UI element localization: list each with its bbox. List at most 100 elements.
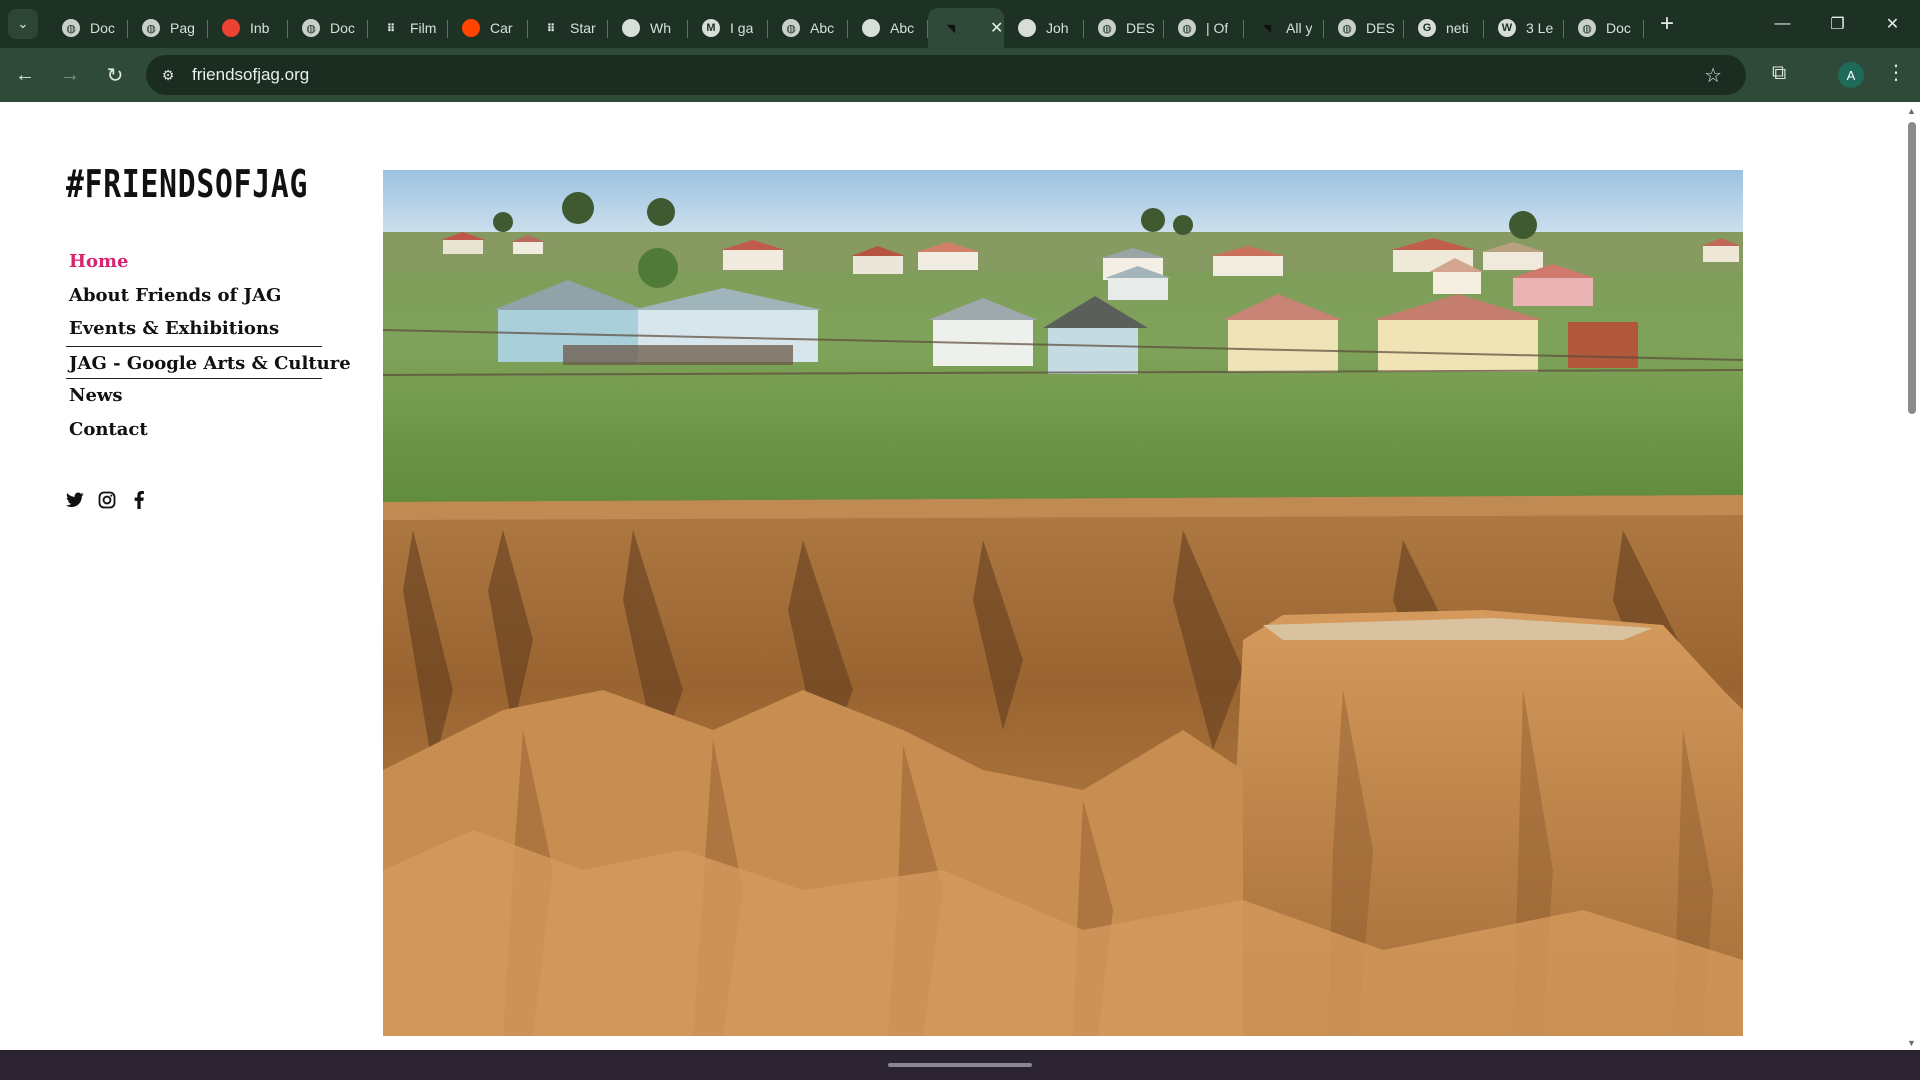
- tab-title: | Of: [1206, 20, 1229, 36]
- browser-tab[interactable]: ◍ Pag: [128, 8, 208, 48]
- browser-tab[interactable]: ◥ All y: [1244, 8, 1324, 48]
- web-page: #FRIENDSOFJAG Home About Friends of JAG Ev…: [0, 102, 1904, 1050]
- medium-icon: M: [702, 19, 720, 37]
- browser-tab[interactable]: Car: [448, 8, 528, 48]
- tab-title: neti: [1446, 20, 1469, 36]
- globe-icon: ◍: [1578, 19, 1596, 37]
- restore-icon: ❐: [1830, 16, 1845, 33]
- reload-icon: ↻: [106, 64, 124, 87]
- browser-tab[interactable]: ◍ Doc: [1564, 8, 1644, 48]
- tab-title: Abc: [890, 20, 915, 36]
- browser-tab[interactable]: ◍ Abc: [768, 8, 848, 48]
- browser-tab[interactable]: Inb: [208, 8, 288, 48]
- reload-button[interactable]: ↻: [95, 55, 135, 95]
- scrollbar-thumb[interactable]: [1908, 122, 1916, 414]
- address-bar[interactable]: ⚙ friendsofjag.org ☆: [146, 55, 1746, 95]
- site-icon: [622, 19, 640, 37]
- scroll-down-arrow-icon[interactable]: ▼: [1907, 1038, 1916, 1048]
- tab-title: DES: [1366, 20, 1395, 36]
- browser-tab[interactable]: ◍ | Of: [1164, 8, 1244, 48]
- tab-search-button[interactable]: ⌄: [8, 9, 38, 39]
- jag-icon: ◥: [946, 22, 956, 35]
- nav-link[interactable]: Events & Exhibitions: [66, 312, 322, 346]
- system-bottom-bar: [0, 1050, 1920, 1080]
- bookmark-star-icon[interactable]: ☆: [1704, 63, 1722, 88]
- site-icon: [862, 19, 880, 37]
- window-controls: — ❐ ✕: [1755, 0, 1920, 48]
- gmail-icon: [222, 19, 240, 37]
- tab-title: Inb: [250, 20, 270, 36]
- globe-icon: ◍: [1338, 19, 1356, 37]
- site-info-icon[interactable]: ⚙: [158, 65, 178, 85]
- globe-icon: ◍: [1178, 19, 1196, 37]
- page-scrollbar[interactable]: ▲ ▼: [1904, 102, 1920, 1050]
- browser-tab[interactable]: Joh: [1004, 8, 1084, 48]
- minimize-icon: —: [1774, 15, 1791, 32]
- browser-tab[interactable]: Gneti: [1404, 8, 1484, 48]
- browser-tab[interactable]: W 3 Le: [1484, 8, 1564, 48]
- site-navigation: Home About Friends of JAG Events & Exhibit…: [66, 245, 351, 447]
- tab-close-icon[interactable]: ✕: [990, 18, 1003, 38]
- nav-link[interactable]: Contact: [66, 413, 322, 447]
- chevron-down-icon: ⌄: [17, 16, 29, 31]
- tab-title: Joh: [1046, 20, 1069, 36]
- site-icon: [1018, 19, 1036, 37]
- browser-toolbar: ← → ↻ ⚙ friendsofjag.org ☆ ⧉ A ⋮: [0, 48, 1920, 102]
- close-icon: ✕: [1885, 16, 1900, 33]
- tab-title: Wh: [650, 20, 671, 36]
- tab-title: Star: [570, 20, 596, 36]
- tab-title: Film: [410, 20, 437, 36]
- twitter-icon[interactable]: [66, 491, 84, 509]
- globe-icon: ◍: [142, 19, 160, 37]
- browser-tab[interactable]: ◍ DES: [1324, 8, 1404, 48]
- tab-title: Car: [490, 20, 513, 36]
- new-tab-button[interactable]: +: [1660, 10, 1674, 38]
- profile-avatar[interactable]: A: [1838, 62, 1864, 88]
- home-indicator[interactable]: [888, 1063, 1032, 1067]
- instagram-icon[interactable]: [98, 491, 116, 509]
- scroll-up-arrow-icon[interactable]: ▲: [1907, 106, 1916, 116]
- apps-grid-icon: ⠿: [546, 22, 556, 35]
- minimize-button[interactable]: —: [1755, 0, 1810, 48]
- tab-title: I ga: [730, 20, 754, 36]
- nav-link[interactable]: About Friends of JAG: [66, 279, 322, 313]
- browser-tab[interactable]: ◍ Doc: [288, 8, 368, 48]
- w-icon: W: [1498, 19, 1516, 37]
- extensions-icon[interactable]: ⧉: [1772, 62, 1786, 85]
- browser-tab[interactable]: ⠿ Star: [528, 8, 608, 48]
- browser-tab[interactable]: Wh: [608, 8, 688, 48]
- plus-icon: +: [1660, 10, 1675, 37]
- nav-link[interactable]: Home: [66, 245, 322, 279]
- nav-link[interactable]: News: [66, 379, 322, 413]
- browser-tab[interactable]: Abc: [848, 8, 928, 48]
- browser-tab[interactable]: ◍ DES: [1084, 8, 1164, 48]
- google-icon: G: [1418, 19, 1436, 37]
- facebook-icon[interactable]: [130, 491, 148, 509]
- nav-link[interactable]: JAG - Google Arts & Culture: [66, 345, 351, 379]
- tab-title: Doc: [1606, 20, 1631, 36]
- tab-list: ◍ Doc ◍ Pag Inb ◍ Doc ⠿ Film Car ⠿ Star Wh M I ga ◍ Abc A…: [48, 0, 1644, 48]
- site-logo[interactable]: #FRIENDSOFJAG: [66, 162, 308, 206]
- tab-title: Abc: [810, 20, 835, 36]
- globe-icon: ◍: [782, 19, 800, 37]
- jag-icon: ◥: [1262, 22, 1272, 35]
- back-button[interactable]: ←: [5, 55, 45, 95]
- apps-grid-icon: ⠿: [386, 22, 396, 35]
- browser-tab[interactable]: ⠿ Film: [368, 8, 448, 48]
- tab-title: Pag: [170, 20, 195, 36]
- browser-tab[interactable]: ◍ Doc: [48, 8, 128, 48]
- browser-menu-icon[interactable]: ⋮: [1886, 60, 1906, 85]
- tab-strip: ⌄ ◍ Doc ◍ Pag Inb ◍ Doc ⠿ Film Car ⠿ Star Wh M I ga ◍ Ab…: [0, 0, 1920, 48]
- browser-tab[interactable]: M I ga: [688, 8, 768, 48]
- reddit-icon: [462, 19, 480, 37]
- close-window-button[interactable]: ✕: [1865, 0, 1920, 48]
- globe-icon: ◍: [1098, 19, 1116, 37]
- arrow-right-icon: →: [60, 63, 80, 86]
- forward-button[interactable]: →: [50, 55, 90, 95]
- browser-tab[interactable]: ◥ ✕: [928, 8, 1004, 48]
- tab-title: 3 Le: [1526, 20, 1554, 36]
- tab-title: Doc: [330, 20, 355, 36]
- tab-title: All y: [1286, 20, 1313, 36]
- restore-button[interactable]: ❐: [1810, 0, 1865, 48]
- url-text[interactable]: friendsofjag.org: [192, 65, 309, 85]
